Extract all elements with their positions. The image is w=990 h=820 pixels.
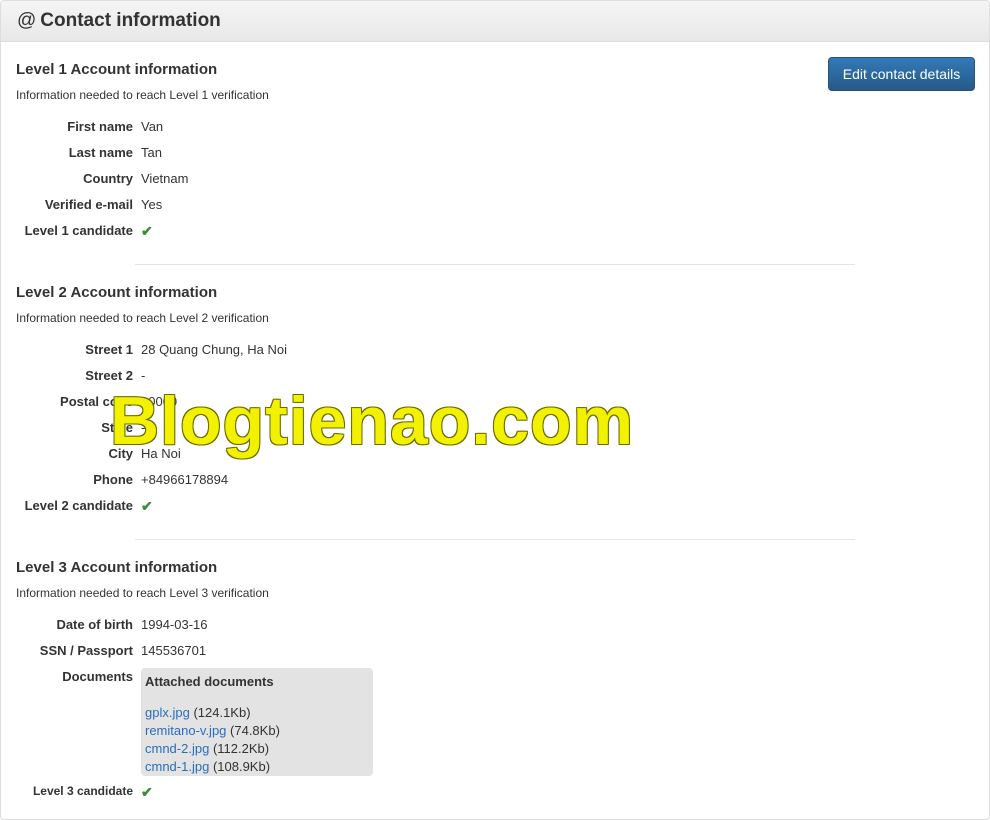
documents-label: Documents bbox=[62, 669, 133, 684]
field-label: SSN / Passport bbox=[39, 643, 133, 658]
level2-subtitle: Information needed to reach Level 2 veri… bbox=[16, 311, 269, 325]
level1-row-country: Country Vietnam bbox=[0, 171, 700, 191]
document-link[interactable]: cmnd-1.jpg bbox=[145, 759, 209, 774]
level2-candidate-row: Level 2 candidate ✔ bbox=[0, 498, 700, 518]
level1-candidate-label: Level 1 candidate bbox=[24, 223, 133, 238]
document-link[interactable]: gplx.jpg bbox=[145, 705, 190, 720]
level3-candidate-row: Level 3 candidate ✔ bbox=[0, 784, 700, 804]
panel-title-text: Contact information bbox=[40, 10, 221, 31]
field-value: Van bbox=[141, 119, 164, 134]
check-icon: ✔ bbox=[141, 784, 153, 800]
field-value: 145536701 bbox=[141, 643, 207, 658]
field-value: 1994-03-16 bbox=[141, 617, 208, 632]
panel-heading: @ Contact information bbox=[1, 1, 989, 42]
field-label: Country bbox=[83, 171, 133, 186]
level1-candidate-row: Level 1 candidate ✔ bbox=[0, 223, 700, 243]
field-value: 28 Quang Chung, Ha Noi bbox=[141, 342, 287, 357]
document-size: (74.8Kb) bbox=[230, 723, 280, 738]
level2-row-phone: Phone +84966178894 bbox=[0, 472, 700, 492]
document-size: (112.2Kb) bbox=[212, 741, 270, 756]
level3-row-date-of-birth: Date of birth 1994-03-16 bbox=[0, 617, 700, 637]
field-label: Date of birth bbox=[56, 617, 133, 632]
document-link[interactable]: remitano-v.jpg bbox=[145, 723, 226, 738]
attached-documents-title: Attached documents bbox=[145, 674, 274, 689]
field-value: Yes bbox=[141, 197, 163, 212]
level3-subtitle: Information needed to reach Level 3 veri… bbox=[16, 586, 269, 600]
level1-row-first-name: First name Van bbox=[0, 119, 700, 139]
document-size: (124.1Kb) bbox=[193, 705, 251, 720]
level2-row-street1: Street 1 28 Quang Chung, Ha Noi bbox=[0, 342, 700, 362]
level2-title: Level 2 Account information bbox=[16, 284, 218, 301]
attached-documents-box: Attached documents gplx.jpg (124.1Kb) re… bbox=[141, 668, 373, 776]
field-value: 10000 bbox=[141, 394, 178, 409]
document-item: remitano-v.jpg (74.8Kb) bbox=[145, 722, 369, 740]
field-value: Ha Noi bbox=[141, 446, 181, 461]
level2-row-postal-code: Postal code 10000 bbox=[0, 394, 700, 414]
document-item: gplx.jpg (124.1Kb) bbox=[145, 704, 369, 722]
field-label: Phone bbox=[93, 472, 133, 487]
field-value: Tan bbox=[141, 145, 162, 160]
field-label: Postal code bbox=[60, 394, 133, 409]
level1-title: Level 1 Account information bbox=[16, 61, 218, 78]
level2-row-state: State - bbox=[0, 420, 700, 440]
field-label: Street 2 bbox=[85, 368, 133, 383]
field-label: First name bbox=[67, 119, 133, 134]
level1-subtitle: Information needed to reach Level 1 veri… bbox=[16, 88, 269, 102]
field-label: City bbox=[108, 446, 133, 461]
field-label: Verified e-mail bbox=[44, 197, 133, 212]
field-label: Street 1 bbox=[85, 342, 133, 357]
level1-row-last-name: Last name Tan bbox=[0, 145, 700, 165]
check-icon: ✔ bbox=[141, 223, 153, 239]
field-value: Vietnam bbox=[141, 171, 189, 186]
field-label: State bbox=[101, 420, 133, 435]
panel-title: @ Contact information bbox=[17, 10, 221, 32]
level1-row-verified-email: Verified e-mail Yes bbox=[0, 197, 700, 217]
at-icon: @ bbox=[17, 10, 37, 31]
level2-candidate-label: Level 2 candidate bbox=[24, 498, 133, 513]
field-value: - bbox=[141, 420, 146, 435]
level3-candidate-label: Level 3 candidate bbox=[32, 784, 133, 798]
level2-row-city: City Ha Noi bbox=[0, 446, 700, 466]
level2-row-street2: Street 2 - bbox=[0, 368, 700, 388]
level3-title: Level 3 Account information bbox=[16, 559, 218, 576]
level3-row-ssn-passport: SSN / Passport 145536701 bbox=[0, 643, 700, 663]
document-link[interactable]: cmnd-2.jpg bbox=[145, 741, 209, 756]
check-icon: ✔ bbox=[141, 498, 153, 514]
edit-contact-details-button[interactable]: Edit contact details bbox=[828, 57, 975, 91]
section-divider bbox=[135, 264, 855, 265]
document-item: cmnd-1.jpg (108.9Kb) bbox=[145, 758, 369, 776]
document-item: cmnd-2.jpg (112.2Kb) bbox=[145, 740, 369, 758]
field-value: - bbox=[141, 368, 146, 383]
section-divider bbox=[135, 539, 855, 540]
field-value: +84966178894 bbox=[141, 472, 229, 487]
field-label: Last name bbox=[68, 145, 133, 160]
document-size: (108.9Kb) bbox=[212, 759, 271, 774]
